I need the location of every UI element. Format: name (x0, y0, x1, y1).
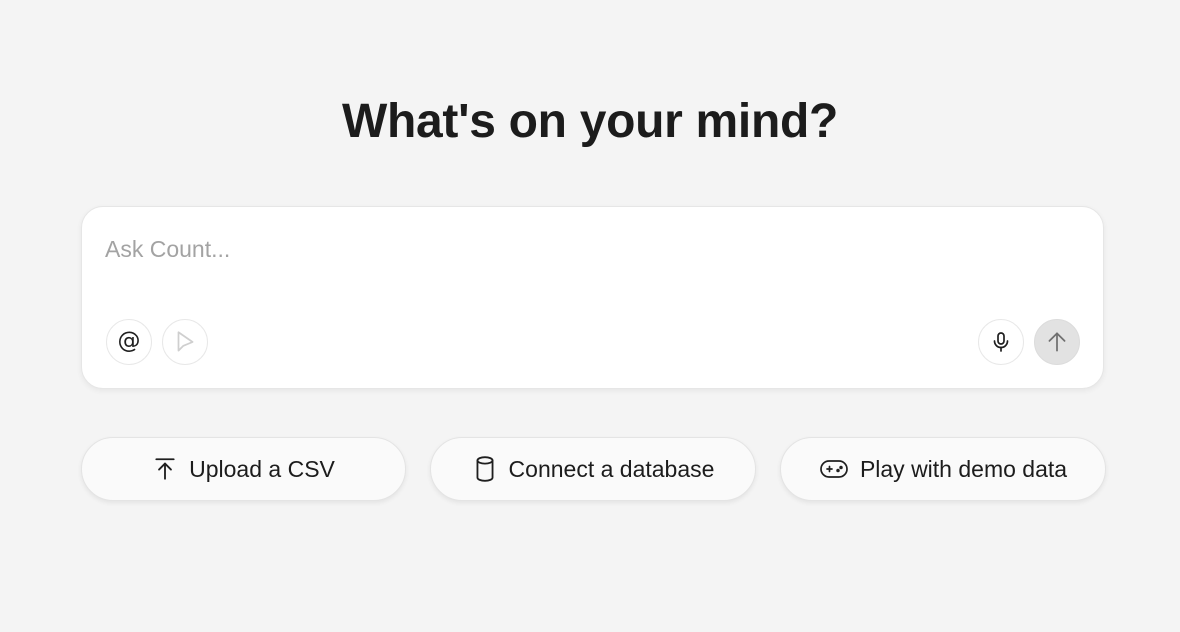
mention-button[interactable]: @ (106, 319, 152, 365)
demo-data-label: Play with demo data (859, 455, 1068, 482)
ask-input[interactable] (105, 231, 1065, 267)
upload-csv-label: Upload a CSV (189, 455, 335, 482)
microphone-button[interactable] (978, 319, 1024, 365)
at-sign-icon: @ (117, 328, 141, 354)
pointer-button[interactable] (162, 319, 208, 365)
composer-card: @ (81, 206, 1104, 389)
demo-data-button[interactable]: Play with demo data (780, 437, 1106, 501)
upload-csv-button[interactable]: Upload a CSV (81, 437, 406, 501)
gamepad-icon (819, 457, 849, 481)
arrow-up-icon (1048, 332, 1066, 352)
cursor-pointer-icon (177, 331, 194, 352)
microphone-icon (993, 332, 1009, 352)
upload-icon (152, 456, 178, 482)
page-title: What's on your mind? (341, 95, 839, 148)
connect-database-label: Connect a database (508, 455, 715, 482)
database-icon (472, 455, 498, 483)
page: What's on your mind? @ (0, 0, 1180, 632)
connect-database-button[interactable]: Connect a database (430, 437, 756, 501)
send-button[interactable] (1034, 319, 1080, 365)
